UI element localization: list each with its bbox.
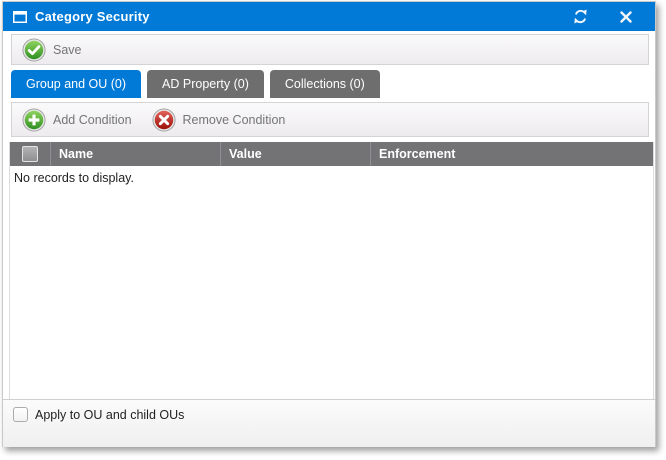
empty-records-message: No records to display. xyxy=(10,166,653,185)
select-all-checkbox[interactable] xyxy=(22,146,38,162)
select-all-cell xyxy=(10,142,50,166)
apply-checkbox-row[interactable]: Apply to OU and child OUs xyxy=(13,407,655,422)
apply-ou-checkbox[interactable] xyxy=(13,407,28,422)
tab-strip: Group and OU (0) AD Property (0) Collect… xyxy=(11,70,380,98)
save-button[interactable]: Save xyxy=(12,35,92,64)
window-icon xyxy=(13,11,27,23)
title-bar: Category Security xyxy=(3,2,655,31)
category-security-dialog: Category Security xyxy=(2,1,656,447)
column-header-value[interactable]: Value xyxy=(220,142,370,166)
grid-header-row: Name Value Enforcement xyxy=(10,142,653,166)
condition-toolbar: Add Condition Remove Condition xyxy=(11,102,649,137)
column-header-name[interactable]: Name xyxy=(50,142,220,166)
footer-panel: Apply to OU and child OUs xyxy=(3,399,655,447)
column-header-enforcement[interactable]: Enforcement xyxy=(370,142,653,166)
close-icon[interactable] xyxy=(613,2,639,31)
remove-condition-button[interactable]: Remove Condition xyxy=(142,103,296,136)
tab-collections[interactable]: Collections (0) xyxy=(270,70,380,98)
save-button-label: Save xyxy=(53,43,82,57)
remove-condition-label: Remove Condition xyxy=(183,113,286,127)
add-condition-button[interactable]: Add Condition xyxy=(12,103,142,136)
grid-body: No records to display. xyxy=(10,166,653,399)
conditions-grid: Name Value Enforcement No records to dis… xyxy=(9,142,654,399)
check-circle-icon xyxy=(22,38,46,62)
refresh-icon[interactable] xyxy=(567,2,593,31)
window-title: Category Security xyxy=(35,9,150,24)
add-condition-label: Add Condition xyxy=(53,113,132,127)
tab-group-and-ou[interactable]: Group and OU (0) xyxy=(11,70,141,98)
save-toolbar: Save xyxy=(11,34,649,65)
x-circle-icon xyxy=(152,108,176,132)
plus-circle-icon xyxy=(22,108,46,132)
tab-ad-property[interactable]: AD Property (0) xyxy=(147,70,264,98)
apply-ou-checkbox-label: Apply to OU and child OUs xyxy=(35,408,184,422)
